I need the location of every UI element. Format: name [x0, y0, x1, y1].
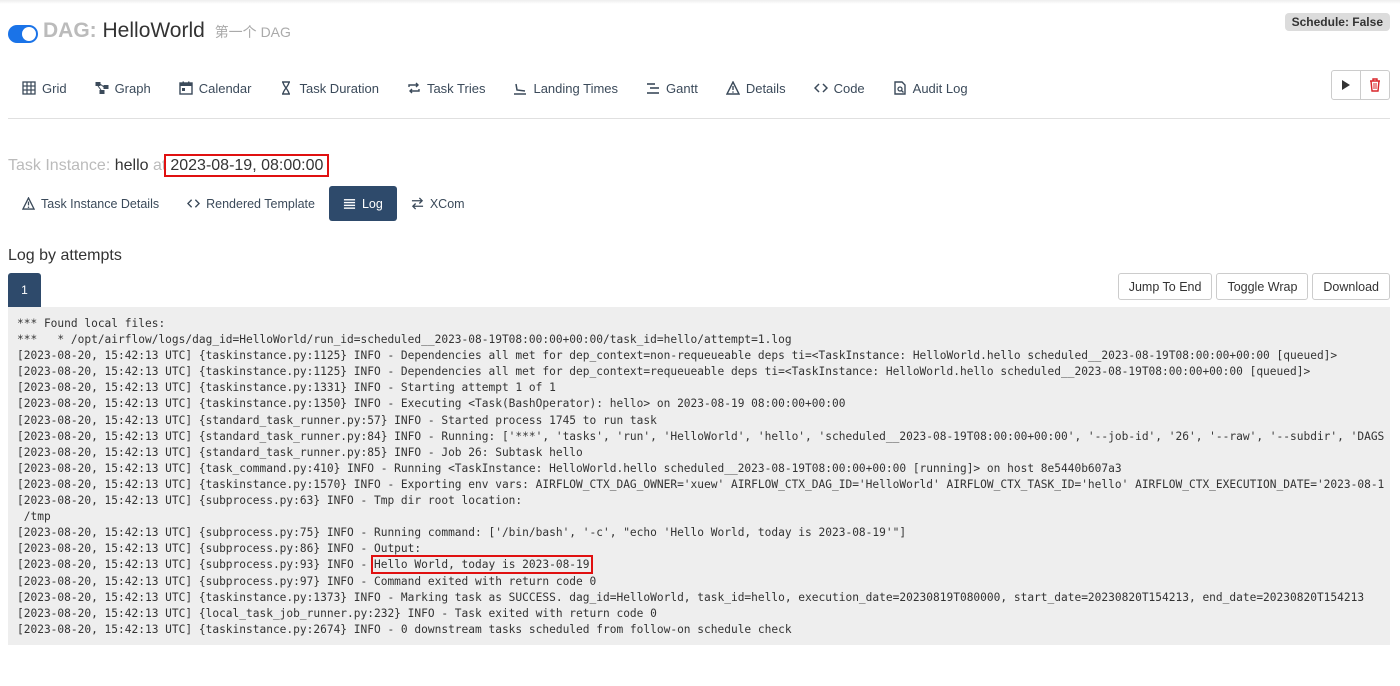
logical-date: 2023-08-19, 08:00:00: [164, 154, 330, 177]
highlighted-output: Hello World, today is 2023-08-19: [370, 555, 593, 575]
dag-description: 第一个 DAG: [214, 24, 291, 40]
delete-dag-button[interactable]: [1361, 70, 1390, 100]
tab-label: Audit Log: [912, 80, 968, 96]
task-id: hello: [114, 157, 149, 174]
log-line: [2023-08-20, 15:42:13 UTC] {standard_tas…: [17, 445, 583, 459]
log-toolbar: Jump To End Toggle Wrap Download: [1117, 273, 1390, 300]
tab-label: Code: [833, 80, 865, 96]
log-line: [2023-08-20, 15:42:13 UTC] {subprocess.p…: [17, 574, 597, 588]
log-line: [2023-08-20, 15:42:13 UTC] {subprocess.p…: [17, 494, 523, 508]
tab-label: Task Duration: [299, 80, 379, 96]
tab-code[interactable]: Code: [800, 81, 879, 96]
grid-icon: [22, 81, 36, 95]
log-line: [2023-08-20, 15:42:13 UTC] {standard_tas…: [17, 429, 1385, 443]
tab-rendered-template[interactable]: Rendered Template: [173, 186, 329, 221]
tab-label: Log: [361, 196, 383, 211]
tab-grid[interactable]: Grid: [8, 81, 81, 96]
log-line: [2023-08-20, 15:42:13 UTC] {local_task_j…: [17, 606, 657, 620]
code-icon: [813, 83, 828, 93]
tab-graph[interactable]: Graph: [81, 81, 165, 96]
task-instance-label: Task Instance:: [8, 157, 111, 174]
trigger-dag-button[interactable]: [1331, 70, 1361, 100]
audit-log-icon: [893, 81, 906, 95]
task-instance-title: Task Instance: hello at 2023-08-19, 08:00…: [8, 154, 330, 177]
log-line: [2023-08-20, 15:42:13 UTC] {taskinstance…: [17, 381, 556, 395]
tab-task-duration[interactable]: Task Duration: [265, 81, 392, 96]
log-line: *** * /opt/airflow/logs/dag_id=HelloWorl…: [17, 333, 792, 347]
attempt-tab-1[interactable]: 1: [8, 273, 41, 307]
tab-audit-log[interactable]: Audit Log: [879, 81, 982, 96]
log-line: [2023-08-20, 15:42:13 UTC] {task_command…: [17, 461, 1122, 475]
list-icon: [343, 199, 356, 209]
tab-gantt[interactable]: Gantt: [632, 81, 712, 96]
tab-label: Task Tries: [426, 80, 486, 96]
tab-label: Calendar: [198, 80, 252, 96]
log-line: *** Found local files:: [17, 317, 166, 330]
top-border: [0, 0, 1400, 4]
warning-icon: [22, 197, 35, 210]
dag-label: DAG:: [43, 19, 97, 42]
log-line: [2023-08-20, 15:42:13 UTC] {taskinstance…: [17, 365, 1311, 379]
log-line: [2023-08-20, 15:42:13 UTC] {subprocess.p…: [17, 526, 907, 540]
log-line: [2023-08-20, 15:42:13 UTC] {standard_tas…: [17, 413, 657, 427]
tab-label: Grid: [42, 80, 67, 96]
hourglass-icon: [282, 81, 291, 95]
calendar-icon: [179, 81, 193, 95]
download-button[interactable]: Download: [1312, 273, 1390, 300]
tab-label: Graph: [114, 80, 151, 96]
log-line: [2023-08-20, 15:42:13 UTC] {taskinstance…: [17, 622, 792, 636]
log-line: [2023-08-20, 15:42:13 UTC] {taskinstance…: [17, 397, 846, 411]
dag-nav-tabs: Grid Graph Calendar Task Duration Task T…: [8, 77, 982, 99]
toggle-wrap-button[interactable]: Toggle Wrap: [1216, 273, 1309, 300]
log-line-prefix: [2023-08-20, 15:42:13 UTC] {subprocess.p…: [17, 558, 374, 572]
tab-landing-times[interactable]: Landing Times: [499, 81, 632, 96]
tab-log[interactable]: Log: [328, 186, 397, 221]
toggle-knob: [22, 27, 36, 41]
page-title: DAG: HelloWorld 第一个 DAG: [43, 19, 291, 43]
play-icon: [1342, 80, 1350, 90]
tab-label: Rendered Template: [206, 196, 315, 211]
tab-task-instance-details[interactable]: Task Instance Details: [8, 186, 173, 221]
jump-to-end-button[interactable]: Jump To End: [1117, 273, 1213, 300]
log-content[interactable]: *** Found local files: *** * /opt/airflo…: [8, 307, 1390, 645]
tab-xcom[interactable]: XCom: [397, 186, 479, 221]
dag-pause-toggle[interactable]: [8, 25, 38, 43]
dag-id: HelloWorld: [102, 19, 205, 42]
landing-icon: [514, 83, 527, 95]
tab-details[interactable]: Details: [712, 81, 800, 96]
log-line: /tmp: [17, 510, 51, 524]
tab-label: Details: [745, 80, 786, 96]
tab-label: Task Instance Details: [41, 196, 160, 211]
tab-label: XCom: [429, 196, 465, 211]
warning-icon: [725, 81, 740, 95]
tab-label: Gantt: [666, 80, 698, 96]
trash-icon: [1370, 78, 1380, 92]
task-instance-tabs: Task Instance Details Rendered Template …: [8, 186, 479, 221]
log-line: [2023-08-20, 15:42:13 UTC] {subprocess.p…: [17, 542, 422, 556]
retry-icon: [408, 82, 420, 94]
exchange-icon: [411, 197, 423, 210]
header-divider: [8, 118, 1390, 119]
log-heading: Log by attempts: [8, 247, 122, 264]
tab-calendar[interactable]: Calendar: [165, 81, 266, 96]
tab-task-tries[interactable]: Task Tries: [393, 81, 500, 96]
log-text: *** Found local files: *** * /opt/airflo…: [8, 307, 1390, 638]
log-line: [2023-08-20, 15:42:13 UTC] {taskinstance…: [17, 349, 1338, 363]
log-line: [2023-08-20, 15:42:13 UTC] {taskinstance…: [17, 477, 1385, 491]
log-line: [2023-08-20, 15:42:13 UTC] {taskinstance…: [17, 590, 1365, 604]
schedule-badge: Schedule: False: [1284, 13, 1390, 31]
dag-actions: [1331, 70, 1390, 100]
graph-icon: [95, 82, 109, 94]
code-icon: [187, 199, 201, 208]
gantt-icon: [647, 83, 660, 94]
tab-label: Landing Times: [533, 80, 619, 96]
